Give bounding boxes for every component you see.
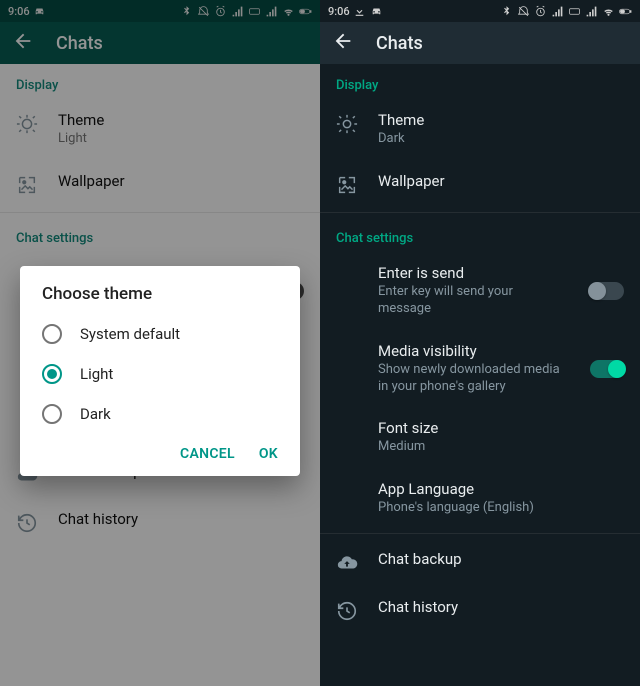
row-chat-backup[interactable]: Chat backup: [320, 538, 640, 586]
app-bar: Chats: [320, 22, 640, 64]
row-title: Theme: [378, 111, 624, 129]
screenshot-dark: 9:06 Chats Display Theme Dark Wallpaper: [320, 0, 640, 686]
signal-icon: [550, 4, 564, 18]
row-title: App Language: [378, 480, 624, 498]
option-light[interactable]: Light: [20, 354, 300, 394]
screenshot-light: 9:06 Chats Display Theme Light Wallpaper: [0, 0, 320, 686]
section-header-display: Display: [320, 64, 640, 99]
row-wallpaper[interactable]: Wallpaper: [320, 160, 640, 208]
row-title: Chat history: [378, 598, 624, 616]
toggle-media-visibility[interactable]: [590, 360, 624, 378]
cancel-button[interactable]: CANCEL: [180, 446, 235, 462]
divider: [320, 212, 640, 213]
row-title: Enter is send: [378, 264, 564, 282]
row-title: Wallpaper: [378, 172, 624, 190]
status-icons: [499, 4, 632, 18]
row-font-size[interactable]: Font size Medium: [320, 407, 640, 468]
divider: [320, 533, 640, 534]
wifi-icon: [601, 4, 615, 18]
row-chat-history[interactable]: Chat history: [320, 586, 640, 634]
row-title: Media visibility: [378, 342, 564, 360]
option-label: Dark: [80, 405, 111, 423]
history-icon: [336, 600, 358, 622]
page-title: Chats: [376, 33, 423, 54]
row-sub: Show newly downloaded media in your phon…: [378, 362, 564, 396]
option-dark[interactable]: Dark: [20, 394, 300, 434]
radio-checked-icon: [42, 364, 62, 384]
bluetooth-icon: [499, 4, 513, 18]
car-icon: [370, 4, 384, 18]
theme-icon: [336, 113, 358, 135]
ok-button[interactable]: OK: [259, 446, 278, 462]
status-bar: 9:06: [320, 0, 640, 22]
section-header-chat-settings: Chat settings: [320, 217, 640, 252]
row-sub: Phone's language (English): [378, 500, 624, 517]
row-sub: Dark: [378, 131, 624, 148]
alarm-icon: [533, 4, 547, 18]
volte-icon: [567, 4, 581, 18]
row-sub: Medium: [378, 439, 624, 456]
row-title: Font size: [378, 419, 624, 437]
row-media-visibility[interactable]: Media visibility Show newly downloaded m…: [320, 330, 640, 408]
row-title: Chat backup: [378, 550, 624, 568]
dialog-title: Choose theme: [20, 284, 300, 314]
cloud-upload-icon: [336, 552, 358, 574]
download-icon: [353, 4, 367, 18]
signal-2-icon: [584, 4, 598, 18]
wallpaper-icon: [336, 174, 358, 196]
back-arrow-icon[interactable]: [332, 30, 354, 56]
option-label: Light: [80, 365, 113, 383]
toggle-enter-is-send[interactable]: [590, 282, 624, 300]
row-sub: Enter key will send your message: [378, 284, 564, 318]
option-label: System default: [80, 325, 180, 343]
row-enter-is-send[interactable]: Enter is send Enter key will send your m…: [320, 252, 640, 330]
radio-unchecked-icon: [42, 324, 62, 344]
dnd-icon: [516, 4, 530, 18]
theme-dialog: Choose theme System default Light Dark C…: [20, 266, 300, 476]
row-theme[interactable]: Theme Dark: [320, 99, 640, 160]
option-system-default[interactable]: System default: [20, 314, 300, 354]
status-time: 9:06: [328, 5, 350, 18]
row-app-language[interactable]: App Language Phone's language (English): [320, 468, 640, 529]
radio-unchecked-icon: [42, 404, 62, 424]
battery-icon: [618, 4, 632, 18]
